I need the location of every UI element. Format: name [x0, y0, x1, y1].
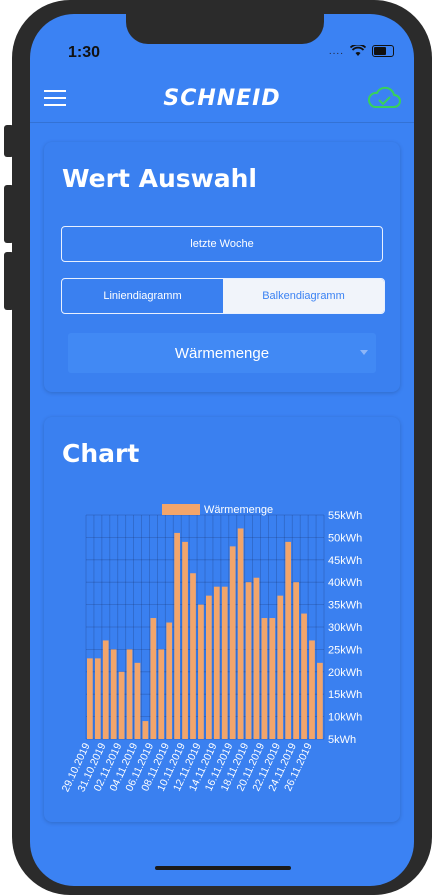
- bar: [150, 618, 157, 739]
- bar: [237, 528, 244, 739]
- bar: [94, 658, 101, 739]
- app-header: SCHNEID: [30, 76, 414, 123]
- bar: [190, 573, 196, 739]
- y-tick-label: 15kWh: [328, 689, 362, 701]
- bar: [269, 618, 276, 739]
- app-logo: SCHNEID: [163, 86, 281, 111]
- y-tick-label: 45kWh: [328, 555, 362, 567]
- legend-swatch: [162, 504, 200, 515]
- bar: [309, 640, 315, 739]
- wifi-icon: [350, 45, 366, 56]
- screen: 1:30 .... SCHNEID Wert Auswahl letzte Wo…: [30, 14, 414, 886]
- y-tick-label: 40kWh: [328, 577, 362, 589]
- bar-chart: 5kWh 10kWh 15kWh 20kWh 25kWh 30kWh 35kWh 40kWh 4…: [60, 504, 362, 794]
- bar: [301, 613, 307, 739]
- y-tick-label: 5kWh: [328, 734, 356, 746]
- bar: [198, 604, 204, 739]
- chevron-down-icon: [360, 350, 368, 355]
- status-time: 1:30: [68, 44, 101, 61]
- y-tick-label: 10kWh: [328, 712, 362, 724]
- line-chart-option[interactable]: Liniendiagramm: [62, 279, 223, 313]
- bar: [142, 721, 149, 739]
- period-button[interactable]: letzte Woche: [61, 226, 383, 262]
- bar: [317, 662, 323, 739]
- bar: [206, 595, 212, 739]
- status-icons: ....: [329, 45, 394, 57]
- bar: [158, 649, 165, 739]
- notch: [126, 14, 324, 44]
- y-tick-label: 55kWh: [328, 510, 362, 522]
- signal-dots: ....: [328, 45, 344, 57]
- bar: [285, 541, 292, 739]
- bar: [253, 577, 260, 739]
- bar: [110, 649, 117, 739]
- selection-card: Wert Auswahl letzte Woche Liniendiagramm…: [44, 142, 400, 392]
- chart-card: Chart 5kWh 10kWh 15kWh 20kWh 25kWh 30kWh 35kWh…: [44, 417, 400, 822]
- y-tick-label: 35kWh: [328, 600, 362, 612]
- y-tick-label: 50kWh: [328, 532, 362, 544]
- y-tick-label: 30kWh: [328, 622, 362, 634]
- bar: [277, 595, 284, 739]
- bar: [174, 532, 180, 739]
- bar: [134, 662, 141, 739]
- bar: [221, 586, 228, 739]
- battery-icon: [372, 45, 394, 57]
- bar-chart-option[interactable]: Balkendiagramm: [223, 279, 384, 313]
- value-select[interactable]: Wärmemenge: [68, 333, 376, 373]
- bar: [166, 622, 173, 739]
- cloud-sync-icon[interactable]: [366, 84, 402, 112]
- bar: [261, 618, 268, 739]
- bar: [182, 541, 188, 739]
- bar: [213, 586, 220, 739]
- bar: [229, 546, 236, 739]
- chart-type-toggle: Liniendiagramm Balkendiagramm: [61, 278, 385, 314]
- value-select-label: Wärmemenge: [174, 344, 270, 362]
- bar: [293, 582, 299, 739]
- bar: [102, 640, 109, 739]
- y-tick-label: 20kWh: [328, 667, 362, 679]
- selection-title: Wert Auswahl: [62, 164, 257, 193]
- home-indicator: [155, 866, 291, 870]
- bar: [245, 582, 252, 739]
- y-tick-label: 25kWh: [328, 644, 362, 656]
- bar: [118, 671, 125, 739]
- bar: [126, 649, 133, 739]
- legend-label: Wärmemenge: [204, 504, 273, 516]
- phone-frame: 1:30 .... SCHNEID Wert Auswahl letzte Wo…: [12, 0, 432, 895]
- bar: [87, 658, 93, 739]
